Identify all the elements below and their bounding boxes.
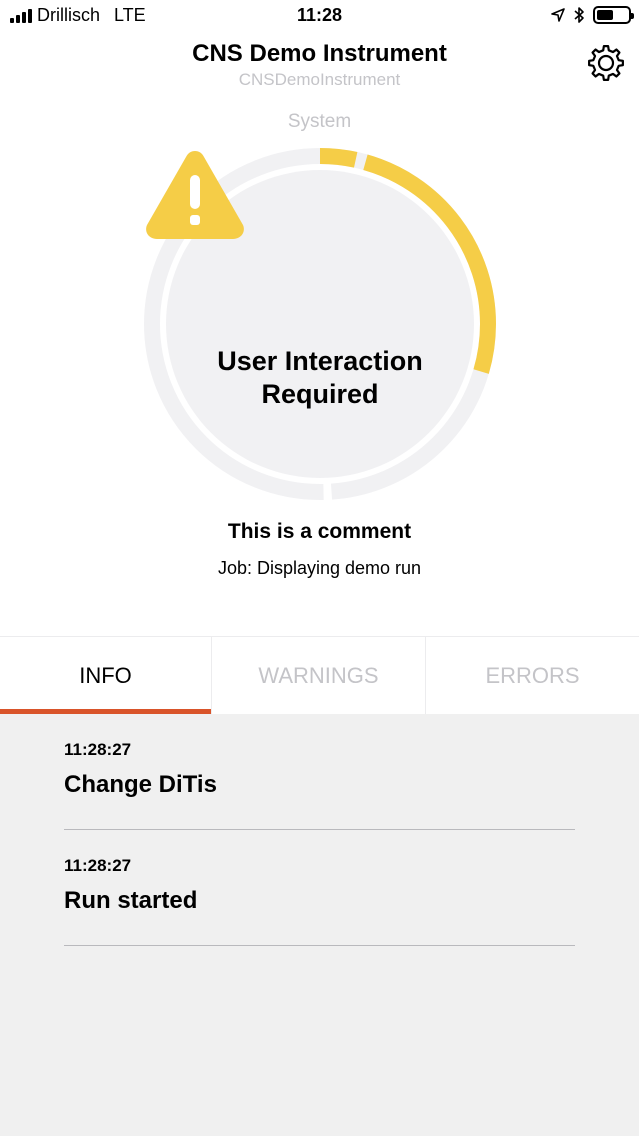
status-bar: Drillisch LTE 11:28: [0, 0, 639, 34]
status-right: [551, 6, 634, 24]
instrument-id: CNSDemoInstrument: [238, 70, 401, 89]
bluetooth-icon: [574, 7, 584, 23]
status-gauge: User Interaction Required: [141, 145, 499, 503]
app-screen: Drillisch LTE 11:28 CNS Demo Instrument …: [0, 0, 639, 1136]
tab-warnings[interactable]: WARNINGS: [211, 637, 425, 714]
system-status: User Interaction Required: [217, 346, 423, 409]
log-tabs: INFO WARNINGS ERRORS: [0, 636, 639, 714]
tab-label: INFO: [79, 663, 132, 688]
list-item[interactable]: 11:28:27 Run started: [64, 830, 575, 946]
tab-errors[interactable]: ERRORS: [425, 637, 639, 714]
job-label: Job:: [217, 558, 252, 578]
location-arrow-icon: [551, 8, 565, 22]
settings-button[interactable]: [584, 42, 628, 84]
log-list: 11:28:27 Change DiTis 11:28:27 Run start…: [0, 714, 639, 1136]
list-item[interactable]: 11:28:27 Change DiTis: [64, 714, 575, 830]
tab-label: ERRORS: [485, 663, 580, 688]
log-timestamp: 11:28:27: [64, 740, 132, 759]
log-message: Run started: [64, 887, 198, 914]
system-label: System: [287, 111, 352, 132]
job-line: Job: Displaying demo run: [0, 558, 639, 579]
status-time: 11:28: [296, 5, 343, 25]
log-timestamp: 11:28:27: [64, 856, 132, 875]
warning-triangle-icon: [146, 151, 244, 239]
log-message: Change DiTis: [64, 771, 217, 798]
gear-icon: [588, 45, 624, 81]
tab-label: WARNINGS: [258, 663, 379, 688]
job-value: Displaying demo run: [256, 558, 422, 578]
tab-info[interactable]: INFO: [0, 637, 211, 714]
comment-text: This is a comment: [227, 520, 412, 543]
battery-icon: [593, 6, 634, 24]
instrument-title: CNS Demo Instrument: [192, 40, 447, 67]
